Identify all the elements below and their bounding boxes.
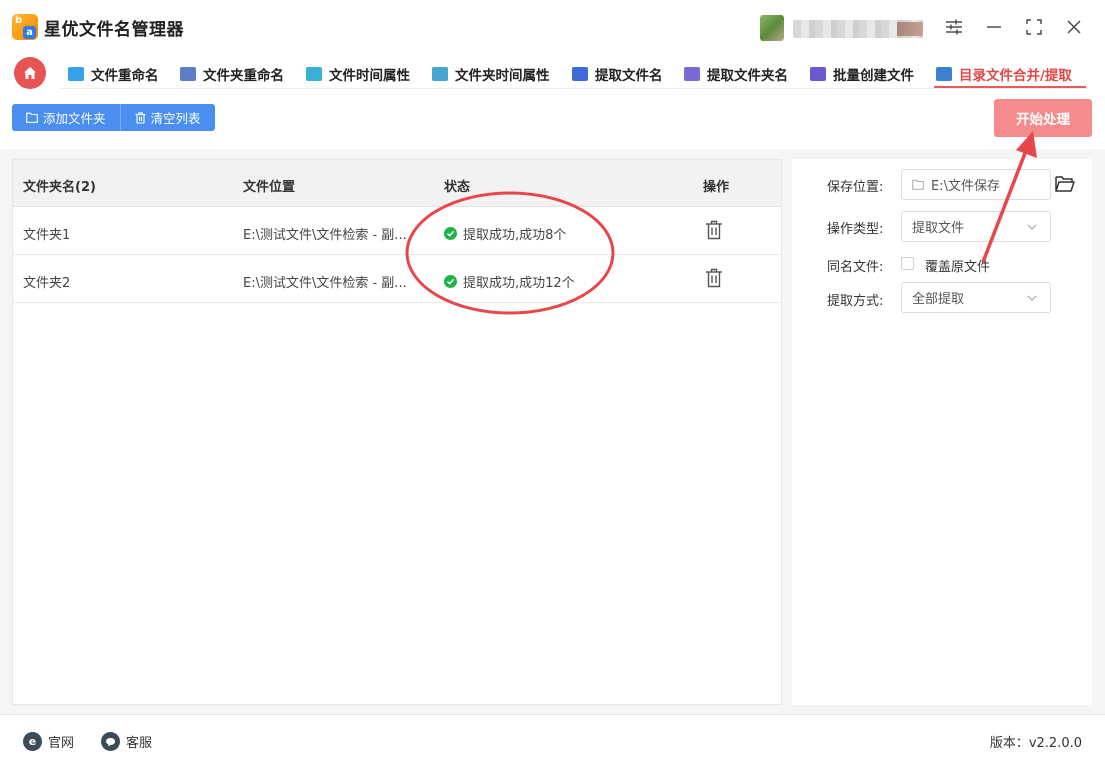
overwrite-label[interactable]: 覆盖原文件 [925, 256, 990, 275]
delete-row-icon[interactable] [705, 268, 723, 288]
delete-row-icon[interactable] [705, 220, 723, 240]
title-bar: b a 星优文件名管理器 [0, 0, 1105, 50]
folder-icon [912, 179, 924, 190]
tab-folder-time-attributes[interactable]: 文件夹时间属性 [432, 60, 550, 88]
tab-folder-rename[interactable]: 文件夹重命名 [180, 60, 284, 88]
tab-batch-create-files[interactable]: 批量创建文件 [810, 60, 914, 88]
app-title: 星优文件名管理器 [44, 20, 184, 40]
tab-file-time-attributes[interactable]: 文件时间属性 [306, 60, 410, 88]
extract-mode-label: 提取方式: [827, 294, 884, 309]
overwrite-checkbox[interactable] [901, 257, 914, 270]
folder-rename-icon [180, 67, 196, 81]
status-cell: 提取成功,成功12个 [444, 272, 575, 291]
folder-icon [26, 112, 38, 123]
file-time-icon [306, 67, 322, 81]
app-logo: b a [12, 14, 38, 40]
status-text: 提取成功,成功12个 [463, 276, 575, 291]
settings-sliders-icon[interactable] [943, 16, 965, 38]
tab-bar: 文件重命名 文件夹重命名 文件时间属性 文件夹时间属性 提取文件名 提取文件夹名… [0, 52, 1105, 89]
save-location-label: 保存位置: [827, 180, 884, 195]
close-icon[interactable] [1063, 16, 1085, 38]
settings-panel: 保存位置: E:\文件保存 操作类型: 提取文件 同名文件: 覆盖原文件 提取方… [792, 159, 1092, 705]
header-file-location: 文件位置 [243, 180, 296, 195]
tab-directory-merge-extract[interactable]: 目录文件合并/提取 [936, 60, 1072, 88]
maximize-icon[interactable] [1023, 16, 1045, 38]
support-link[interactable]: 客服 [101, 732, 152, 751]
header-folder-name: 文件夹名(2) [23, 180, 96, 195]
folder-location: E:\测试文件\文件检索 - 副... [243, 276, 407, 291]
header-status: 状态 [444, 180, 471, 195]
table-header: 文件夹名(2) 文件位置 状态 操作 [13, 160, 781, 207]
success-check-icon [444, 227, 457, 240]
user-name-blurred[interactable] [793, 20, 923, 38]
folder-table: 文件夹名(2) 文件位置 状态 操作 文件夹1 E:\测试文件\文件检索 - 副… [12, 159, 782, 705]
tab-extract-folder-names[interactable]: 提取文件夹名 [684, 60, 788, 88]
success-check-icon [444, 275, 457, 288]
home-button[interactable] [14, 57, 46, 89]
batch-create-icon [810, 67, 826, 81]
home-icon [24, 67, 36, 79]
chat-icon [101, 732, 120, 751]
user-avatar[interactable] [760, 15, 784, 41]
tab-file-rename[interactable]: 文件重命名 [68, 60, 159, 88]
operation-type-select[interactable]: 提取文件 [901, 211, 1051, 242]
add-folder-button[interactable]: 添加文件夹 [12, 104, 120, 131]
operation-type-label: 操作类型: [827, 222, 884, 237]
extract-folder-name-icon [684, 67, 700, 81]
table-row[interactable]: 文件夹1 E:\测试文件\文件检索 - 副... 提取成功,成功8个 [13, 207, 781, 255]
footer: e 官网 客服 版本：v2.2.0.0 [0, 714, 1105, 768]
same-name-label: 同名文件: [827, 260, 884, 275]
version-label: 版本：v2.2.0.0 [989, 736, 1082, 751]
start-processing-button[interactable]: 开始处理 [994, 99, 1092, 137]
table-row[interactable]: 文件夹2 E:\测试文件\文件检索 - 副... 提取成功,成功12个 [13, 255, 781, 303]
browse-folder-icon[interactable] [1055, 175, 1075, 193]
folder-name: 文件夹2 [23, 276, 71, 291]
save-location-input[interactable]: E:\文件保存 [901, 169, 1051, 200]
folder-time-icon [432, 67, 448, 81]
extract-file-name-icon [572, 67, 588, 81]
tab-divider [60, 88, 1088, 89]
folder-location: E:\测试文件\文件检索 - 副... [243, 228, 407, 243]
header-actions: 操作 [703, 180, 730, 195]
tab-extract-file-names[interactable]: 提取文件名 [572, 60, 663, 88]
file-rename-icon [68, 67, 84, 81]
trash-icon [135, 111, 146, 124]
list-toolbar: 添加文件夹 清空列表 [12, 104, 215, 131]
chevron-down-icon [1027, 224, 1037, 230]
directory-merge-icon [936, 67, 952, 81]
status-text: 提取成功,成功8个 [463, 228, 567, 243]
browser-icon: e [23, 732, 42, 751]
active-tab-indicator [934, 86, 1086, 88]
clear-list-button[interactable]: 清空列表 [119, 104, 215, 131]
website-link[interactable]: e 官网 [23, 732, 74, 751]
minimize-icon[interactable] [983, 16, 1005, 38]
chevron-down-icon [1027, 295, 1037, 301]
status-cell: 提取成功,成功8个 [444, 224, 566, 243]
folder-name: 文件夹1 [23, 228, 71, 243]
extract-mode-select[interactable]: 全部提取 [901, 282, 1051, 313]
